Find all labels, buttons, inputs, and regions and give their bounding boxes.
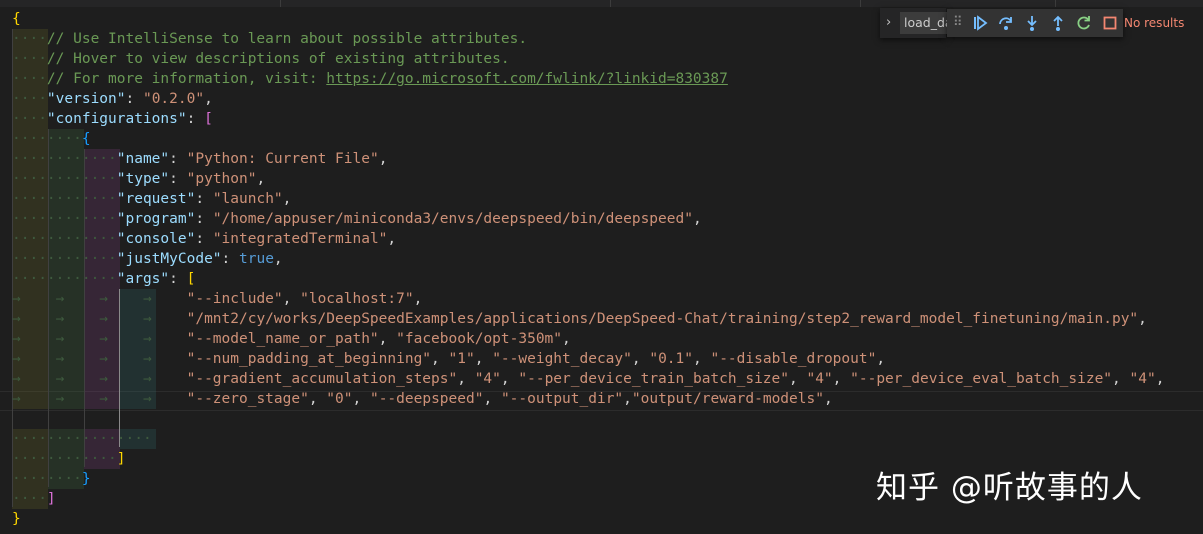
- tab-bar-strip: [0, 0, 1203, 7]
- find-widget: › load_da: [880, 8, 952, 38]
- step-into-icon[interactable]: [1023, 14, 1041, 32]
- code-line-1: {: [12, 11, 21, 27]
- code-line-7: ········{: [12, 131, 91, 147]
- step-over-icon[interactable]: [997, 14, 1015, 32]
- stop-icon[interactable]: [1101, 14, 1119, 32]
- code-line-5: ····"version": "0.2.0",: [12, 91, 213, 107]
- code-line-17: → → → → "--model_name_or_path", "faceboo…: [12, 331, 571, 347]
- code-line-14: ············"args": [: [12, 271, 196, 287]
- restart-icon[interactable]: [1075, 14, 1093, 32]
- code-line-26: }: [12, 511, 21, 527]
- code-line-19: → → → → "--gradient_accumulation_steps",…: [12, 371, 1165, 387]
- debug-toolbar: ⠿: [947, 9, 1123, 37]
- tab-separator: [860, 0, 861, 7]
- code-line-2: ····// Use IntelliSense to learn about p…: [12, 31, 528, 47]
- find-results-count: No results: [1124, 16, 1185, 30]
- code-line-13: ············"justMyCode": true,: [12, 251, 283, 267]
- step-out-icon[interactable]: [1049, 14, 1067, 32]
- code-line-20: → → → → "--zero_stage", "0", "--deepspee…: [12, 391, 833, 407]
- docs-link[interactable]: https://go.microsoft.com/fwlink/?linkid=…: [326, 71, 728, 87]
- code-line-15: → → → → "--include", "localhost:7",: [12, 291, 423, 307]
- tab-separator: [610, 0, 611, 7]
- code-line-18: → → → → "--num_padding_at_beginning", "1…: [12, 351, 886, 367]
- code-line-8: ············"name": "Python: Current Fil…: [12, 151, 388, 167]
- code-line-4: ····// For more information, visit: http…: [12, 71, 728, 87]
- continue-icon[interactable]: [971, 14, 989, 32]
- tab-separator: [1055, 0, 1056, 7]
- find-input[interactable]: load_da: [900, 12, 952, 34]
- code-editor[interactable]: { ····// Use IntelliSense to learn about…: [0, 7, 1203, 534]
- code-line-16: → → → → "/mnt2/cy/works/DeepSpeedExample…: [12, 311, 1147, 327]
- code-line-9: ············"type": "python",: [12, 171, 266, 187]
- tab-separator: [280, 0, 281, 7]
- drag-grip-icon[interactable]: ⠿: [953, 15, 963, 30]
- code-line-3: ····// Hover to view descriptions of exi…: [12, 51, 510, 67]
- watermark-text: 知乎 @听故事的人: [876, 470, 1143, 506]
- chevron-right-icon[interactable]: ›: [886, 15, 891, 30]
- code-line-23: ············]: [12, 451, 126, 467]
- code-line-22: ················: [12, 431, 152, 447]
- code-line-11: ············"program": "/home/appuser/mi…: [12, 211, 702, 227]
- code-line-6: ····"configurations": [: [12, 111, 213, 127]
- code-line-10: ············"request": "launch",: [12, 191, 292, 207]
- code-line-25: ····]: [12, 491, 56, 507]
- code-line-24: ········}: [12, 471, 91, 487]
- code-line-12: ············"console": "integratedTermin…: [12, 231, 397, 247]
